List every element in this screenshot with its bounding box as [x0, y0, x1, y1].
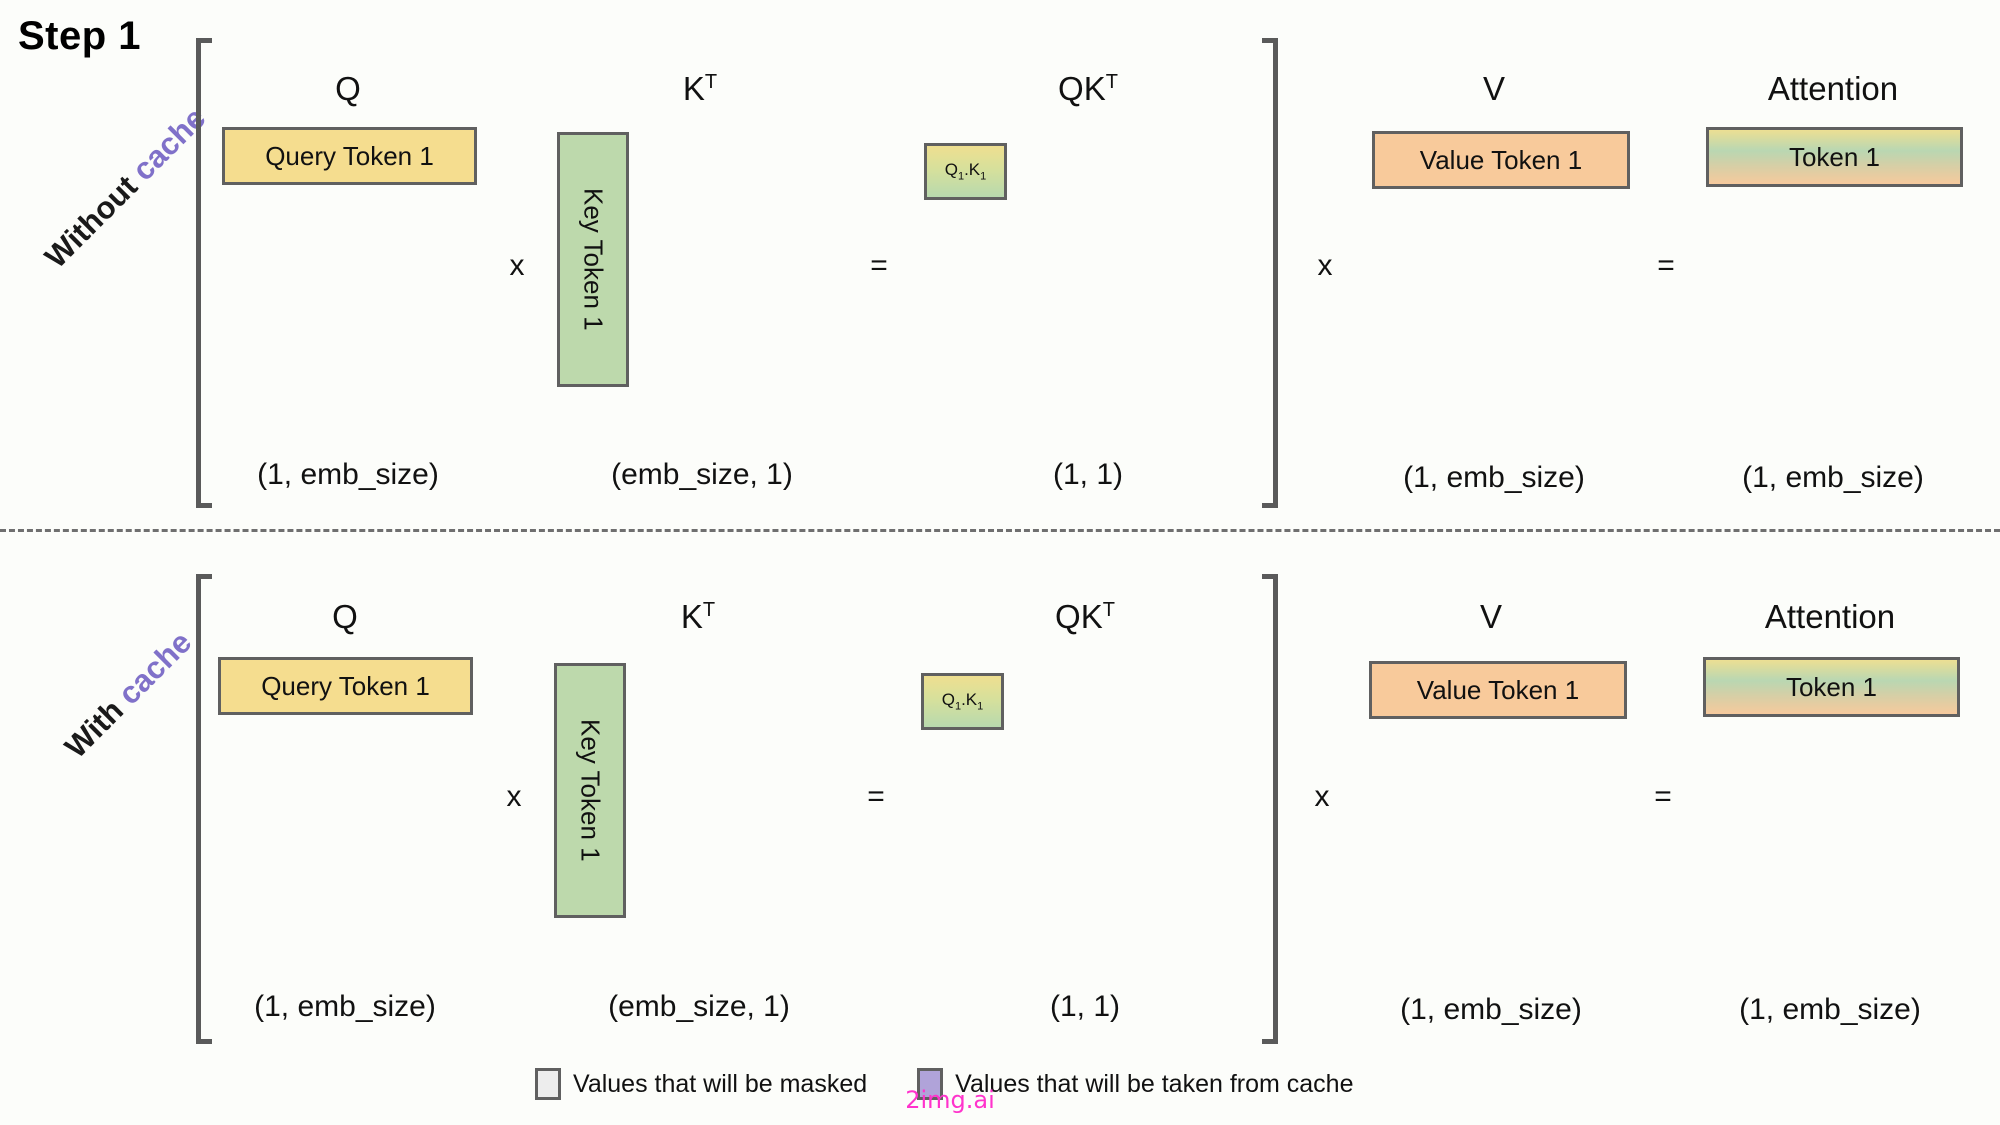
qk-box-row2-label: Q1.K1: [941, 690, 984, 713]
query-box-row1-label: Query Token 1: [265, 140, 434, 171]
header-attention-text-row2: Attention: [1764, 598, 1896, 635]
row-divider: [0, 529, 2000, 532]
value-box-row1-label: Value Token 1: [1419, 144, 1583, 175]
header-qkt-sup-row2: T: [1102, 599, 1115, 621]
header-attention-row1: Attention: [1768, 70, 1898, 108]
header-qkt-base-row2: QK: [1055, 598, 1103, 635]
value-box-row1[interactable]: Value Token 1: [1372, 131, 1630, 189]
operator-multiply-2-row1: x: [1317, 249, 1333, 282]
key-box-row2-label: Key Token 1: [575, 719, 606, 862]
header-kt-base-row2: K: [680, 598, 703, 635]
legend-item-masked: Values that will be masked: [535, 1068, 867, 1100]
bracket-top-right: [1262, 38, 1278, 508]
header-attention-text: Attention: [1767, 70, 1899, 107]
shape-kt-row1: (emb_size, 1): [611, 458, 793, 491]
diagram-canvas: Step 1 Without cache Q KT QKT V Attentio…: [0, 0, 2000, 1125]
page-title: Step 1: [18, 14, 142, 58]
qk-box-row1[interactable]: Q1.K1: [924, 143, 1007, 200]
operator-multiply-2-row2: x: [1314, 780, 1330, 813]
row-label-with-accent: cache: [111, 624, 199, 712]
header-q-row2: Q: [332, 598, 358, 636]
qk-box-row2[interactable]: Q1.K1: [921, 673, 1004, 730]
header-q-text-row2: Q: [332, 598, 358, 635]
legend-swatch-masked: [535, 1068, 561, 1100]
key-box-row2[interactable]: Key Token 1: [554, 663, 626, 918]
row-label-with-cache: With cache: [58, 624, 199, 765]
legend-label-cache: Values that will be taken from cache: [955, 1069, 1354, 1098]
header-kt-sup-row2: T: [702, 599, 716, 621]
operator-equals-1-row2: =: [867, 780, 885, 813]
header-v-text-row2: V: [1479, 598, 1503, 635]
header-kt-row2: KT: [681, 598, 715, 636]
shape-qkt-row1: (1, 1): [1052, 458, 1124, 491]
shape-qkt-row2: (1, 1): [1049, 990, 1121, 1023]
shape-q-row1: (1, emb_size): [257, 458, 439, 491]
attention-box-row1[interactable]: Token 1: [1706, 127, 1963, 187]
shape-attention-row2: (1, emb_size): [1739, 993, 1921, 1026]
attention-box-row2[interactable]: Token 1: [1703, 657, 1960, 717]
header-qkt-base: QK: [1058, 70, 1106, 107]
key-box-row1[interactable]: Key Token 1: [557, 132, 629, 387]
attention-box-row2-label: Token 1: [1785, 671, 1878, 702]
header-qkt-sup: T: [1105, 71, 1118, 93]
shape-kt-row2: (emb_size, 1): [608, 990, 790, 1023]
header-kt-base: K: [682, 70, 705, 107]
bracket-bottom-left: [196, 574, 212, 1044]
watermark: 2img.ai: [905, 1086, 995, 1114]
operator-multiply-1-row1: x: [509, 249, 525, 282]
header-q-text: Q: [335, 70, 361, 107]
bracket-bottom-right: [1262, 574, 1278, 1044]
value-box-row2[interactable]: Value Token 1: [1369, 661, 1627, 719]
attention-box-row1-label: Token 1: [1788, 141, 1881, 172]
value-box-row2-label: Value Token 1: [1416, 674, 1580, 705]
key-box-row1-label: Key Token 1: [578, 188, 609, 331]
operator-multiply-1-row2: x: [506, 780, 522, 813]
shape-attention-row1: (1, emb_size): [1742, 461, 1924, 494]
operator-equals-1-row1: =: [870, 249, 888, 282]
query-box-row2-label: Query Token 1: [261, 670, 430, 701]
row-label-with-prefix: With: [58, 692, 131, 765]
row-label-without-cache: Without cache: [38, 100, 213, 275]
header-v-row2: V: [1480, 598, 1502, 636]
header-kt-sup: T: [704, 71, 718, 93]
shape-v-row2: (1, emb_size): [1400, 993, 1582, 1026]
operator-equals-2-row2: =: [1654, 780, 1672, 813]
header-qkt-row2: QKT: [1055, 598, 1115, 636]
header-attention-row2: Attention: [1765, 598, 1895, 636]
header-v-text: V: [1482, 70, 1506, 107]
qk-box-row1-label: Q1.K1: [944, 160, 987, 183]
query-box-row2[interactable]: Query Token 1: [218, 657, 473, 715]
header-q-row1: Q: [335, 70, 361, 108]
header-kt-row1: KT: [683, 70, 717, 108]
header-qkt-row1: QKT: [1058, 70, 1118, 108]
shape-v-row1: (1, emb_size): [1403, 461, 1585, 494]
row-label-without-prefix: Without: [38, 168, 145, 275]
header-v-row1: V: [1483, 70, 1505, 108]
legend-label-masked: Values that will be masked: [573, 1069, 868, 1098]
shape-q-row2: (1, emb_size): [254, 990, 436, 1023]
operator-equals-2-row1: =: [1657, 249, 1675, 282]
bracket-top-left: [196, 38, 212, 508]
query-box-row1[interactable]: Query Token 1: [222, 127, 477, 185]
